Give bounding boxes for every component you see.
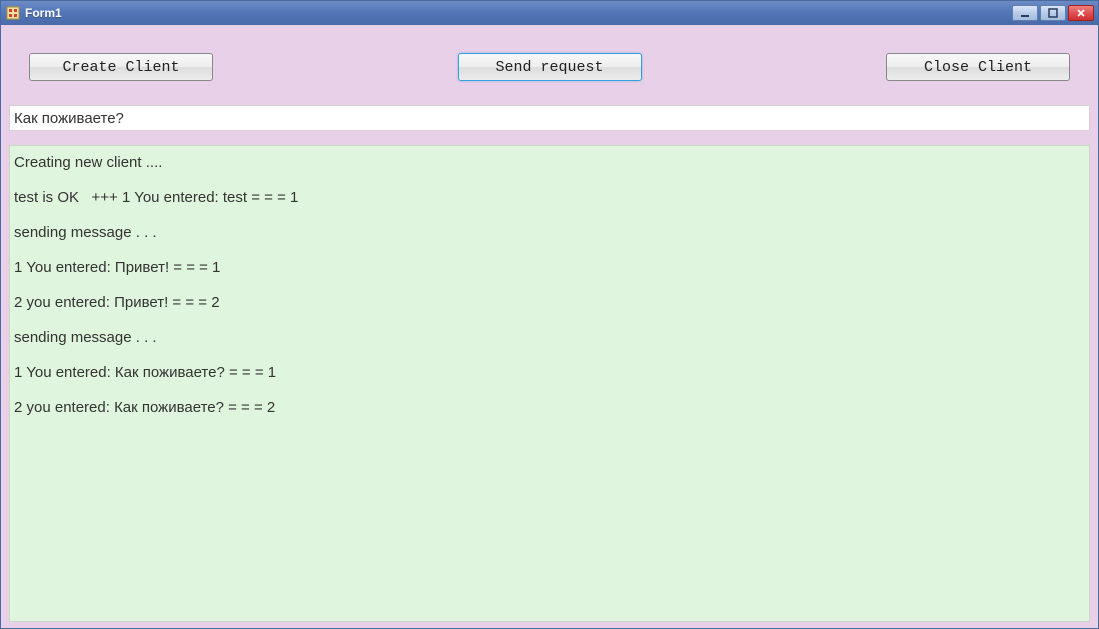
log-output[interactable]: Creating new client .... test is OK +++ … — [9, 145, 1090, 622]
log-line: 1 You entered: Как поживаете? = = = 1 — [14, 362, 1085, 383]
window-title: Form1 — [25, 6, 1012, 20]
minimize-icon — [1020, 8, 1030, 18]
create-client-button[interactable]: Create Client — [29, 53, 213, 81]
app-window: Form1 Create Client Send request Close C… — [0, 0, 1099, 629]
maximize-icon — [1048, 8, 1058, 18]
close-window-button[interactable] — [1068, 5, 1094, 21]
message-input[interactable] — [9, 105, 1090, 131]
close-client-button[interactable]: Close Client — [886, 53, 1070, 81]
window-controls — [1012, 5, 1094, 21]
log-line: sending message . . . — [14, 327, 1085, 348]
log-line: sending message . . . — [14, 222, 1085, 243]
log-line: 1 You entered: Привет! = = = 1 — [14, 257, 1085, 278]
button-row: Create Client Send request Close Client — [9, 33, 1090, 105]
titlebar[interactable]: Form1 — [1, 1, 1098, 25]
app-icon — [5, 5, 21, 21]
send-request-button[interactable]: Send request — [458, 53, 642, 81]
log-line: test is OK +++ 1 You entered: test = = =… — [14, 187, 1085, 208]
maximize-button[interactable] — [1040, 5, 1066, 21]
log-line: 2 you entered: Как поживаете? = = = 2 — [14, 397, 1085, 418]
log-line: 2 you entered: Привет! = = = 2 — [14, 292, 1085, 313]
close-icon — [1076, 8, 1086, 18]
input-area — [9, 105, 1090, 131]
minimize-button[interactable] — [1012, 5, 1038, 21]
log-line: Creating new client .... — [14, 152, 1085, 173]
client-area: Create Client Send request Close Client … — [1, 25, 1098, 628]
